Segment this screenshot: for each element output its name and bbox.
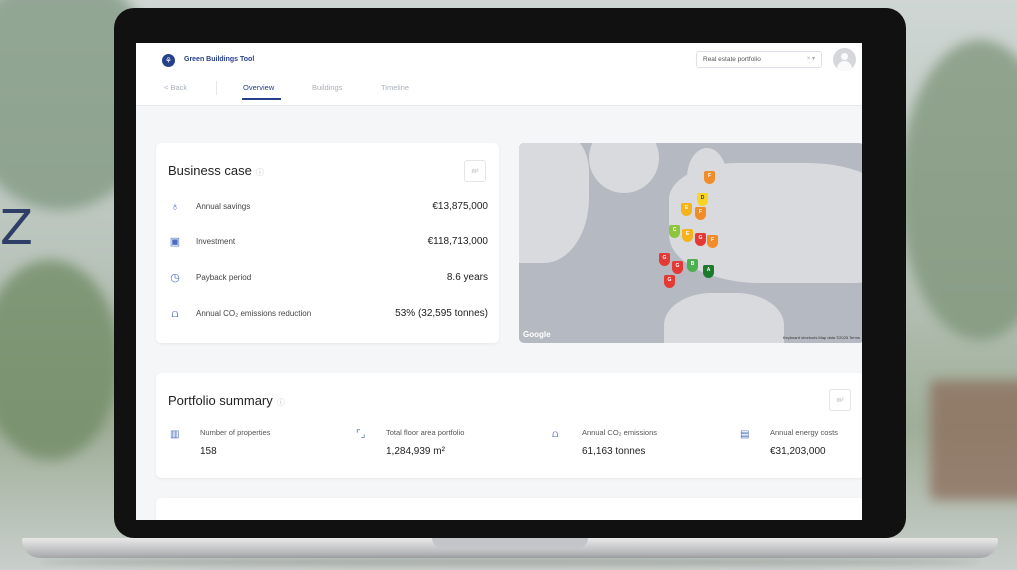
info-icon[interactable]: ⓘ (277, 398, 285, 407)
row-label: Investment (196, 237, 236, 246)
summary-label: Annual CO₂ emissions (582, 428, 658, 437)
summary-value: €31,203,000 (770, 446, 826, 457)
bill-icon: ▤ (740, 429, 750, 440)
map-pin[interactable]: G (664, 275, 675, 288)
app-screen: ⚘ Green Buildings Tool Real estate portf… (136, 43, 862, 520)
floor-area-icon: ⌜⌟ (356, 429, 366, 440)
row-value: €118,713,000 (427, 236, 488, 247)
map-pin[interactable]: F (695, 207, 706, 220)
business-case-row: ▣ Investment €118,713,000 (168, 233, 488, 253)
active-tab-indicator (242, 98, 281, 100)
summary-label: Total floor area portfolio (386, 428, 465, 437)
summary-value: 1,284,939 m² (386, 446, 445, 457)
piggy-bank-icon: ♁ (170, 201, 180, 213)
summary-label: Annual energy costs (770, 428, 838, 437)
business-case-title-text: Business case (168, 163, 252, 178)
portfolio-map[interactable]: F D E F C E G F G G B A G Google Keyboar… (519, 143, 862, 343)
row-label: Annual CO₂ emissions reduction (196, 309, 312, 318)
row-label: Payback period (196, 273, 252, 282)
business-case-title: Business case ⓘ (168, 163, 264, 178)
next-section-card (156, 498, 862, 520)
user-avatar[interactable] (833, 48, 856, 71)
background-foliage-left-lower (0, 260, 120, 460)
map-pin[interactable]: B (687, 259, 698, 272)
portfolio-select-value: Real estate portfolio (703, 56, 761, 63)
logo-icon[interactable]: ⚘ (162, 54, 175, 67)
tab-timeline[interactable]: Timeline (381, 83, 409, 92)
money-icon: ▣ (169, 236, 181, 248)
map-pin[interactable]: D (697, 193, 708, 206)
map-land-africa (664, 293, 784, 343)
laptop-notch (432, 538, 588, 548)
map-credits[interactable]: Keyboard shortcuts Map data ©2025 Terms (783, 335, 860, 340)
row-value: €13,875,000 (432, 201, 488, 212)
background-partial-text: Z (0, 200, 33, 256)
background-foliage-right (900, 40, 1017, 340)
map-pin[interactable]: E (681, 203, 692, 216)
emissions-icon: ⩍ (552, 429, 559, 440)
nav-divider (216, 81, 217, 95)
map-pin[interactable]: G (672, 261, 683, 274)
laptop-shadow (40, 558, 980, 566)
map-pin[interactable]: C (669, 225, 680, 238)
business-case-row: ◷ Payback period 8.6 years (168, 269, 488, 289)
building-icon: ▥ (170, 429, 180, 440)
map-pin[interactable]: G (659, 253, 670, 266)
business-case-card: Business case ⓘ m² ♁ Annual savings €13,8… (156, 143, 499, 343)
summary-value: 61,163 tonnes (582, 446, 646, 457)
co2-icon: ⩍ (171, 308, 179, 320)
app-title[interactable]: Green Buildings Tool (184, 56, 254, 63)
row-value: 8.6 years (446, 272, 488, 283)
google-logo: Google (523, 330, 551, 339)
portfolio-summary-title-text: Portfolio summary (168, 393, 273, 408)
portfolio-select-controls[interactable]: × ▾ (807, 52, 815, 67)
summary-value: 158 (200, 446, 217, 457)
background-building-right (930, 380, 1017, 500)
back-link[interactable]: < Back (164, 83, 187, 92)
map-land-greenland (589, 143, 659, 193)
row-label: Annual savings (196, 202, 251, 211)
map-pin[interactable]: G (695, 233, 706, 246)
info-icon[interactable]: ⓘ (256, 168, 264, 177)
app-header: ⚘ Green Buildings Tool Real estate portf… (136, 43, 862, 106)
map-pin[interactable]: A (703, 265, 714, 278)
business-case-row: ♁ Annual savings €13,875,000 (168, 198, 488, 218)
portfolio-summary-title: Portfolio summary ⓘ (168, 393, 285, 408)
map-pin[interactable]: F (707, 235, 718, 248)
portfolio-select[interactable]: Real estate portfolio × ▾ (696, 51, 822, 68)
map-pin[interactable]: F (704, 171, 715, 184)
summary-label: Number of properties (200, 428, 271, 437)
tab-buildings[interactable]: Buildings (312, 83, 342, 92)
business-case-row: ⩍ Annual CO₂ emissions reduction 53% (32… (168, 305, 488, 325)
unit-toggle-button[interactable]: m² (829, 389, 851, 411)
tab-overview[interactable]: Overview (243, 83, 274, 92)
row-value: 53% (32,595 tonnes) (395, 308, 488, 319)
map-pin[interactable]: E (682, 229, 693, 242)
clock-icon: ◷ (170, 272, 180, 284)
portfolio-summary-card: Portfolio summary ⓘ m² ▥ Number of proper… (156, 373, 862, 478)
map-land-americas (519, 143, 589, 263)
unit-toggle-button[interactable]: m² (464, 160, 486, 182)
